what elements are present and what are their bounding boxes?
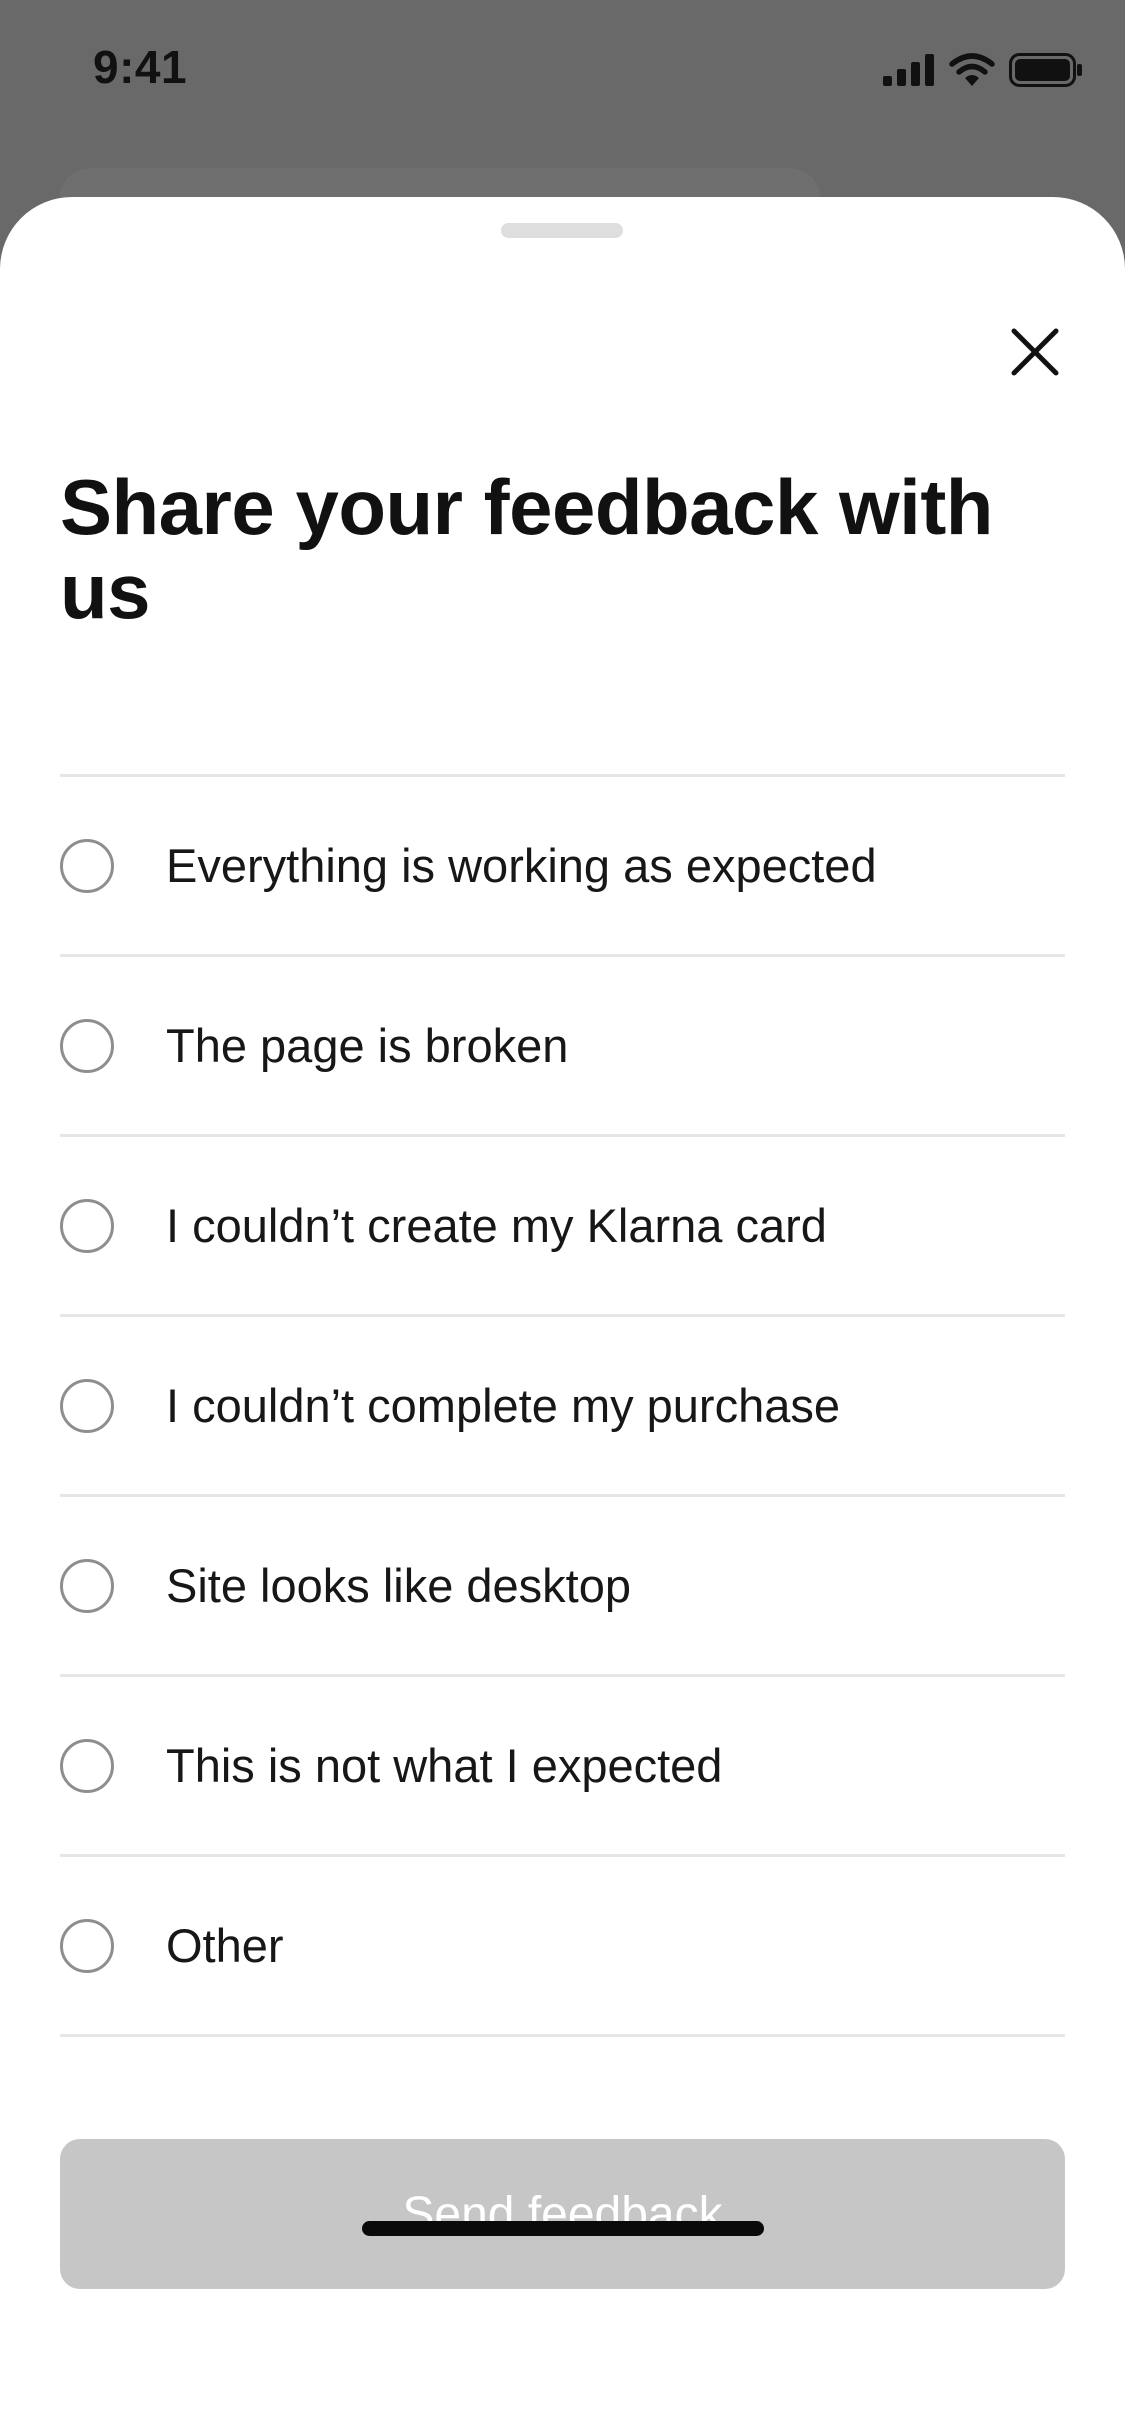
option-label: I couldn’t create my Klarna card bbox=[166, 1199, 827, 1252]
feedback-option[interactable]: Other bbox=[60, 1857, 1065, 2037]
radio-button[interactable] bbox=[60, 1558, 114, 1613]
option-label: This is not what I expected bbox=[166, 1739, 723, 1792]
option-label: Other bbox=[166, 1919, 284, 1972]
radio-button[interactable] bbox=[60, 1918, 114, 1973]
option-label: Everything is working as expected bbox=[166, 839, 877, 892]
feedback-option[interactable]: The page is broken bbox=[60, 957, 1065, 1137]
radio-button[interactable] bbox=[60, 1018, 114, 1073]
feedback-option[interactable]: This is not what I expected bbox=[60, 1677, 1065, 1857]
close-button[interactable] bbox=[1000, 317, 1070, 387]
feedback-sheet: Share your feedback with us Everything i… bbox=[0, 197, 1125, 2436]
send-feedback-button[interactable]: Send feedback bbox=[60, 2139, 1065, 2289]
feedback-option[interactable]: Site looks like desktop bbox=[60, 1497, 1065, 1677]
status-time: 9:41 bbox=[93, 41, 188, 93]
option-label: Site looks like desktop bbox=[166, 1559, 632, 1612]
radio-button[interactable] bbox=[60, 1198, 114, 1253]
wifi-icon bbox=[949, 53, 995, 86]
sheet-grabber[interactable] bbox=[501, 223, 623, 238]
radio-button[interactable] bbox=[60, 1378, 114, 1433]
close-icon bbox=[1011, 328, 1059, 376]
option-label: I couldn’t complete my purchase bbox=[166, 1379, 840, 1432]
option-label: The page is broken bbox=[166, 1019, 569, 1072]
battery-icon bbox=[1009, 53, 1082, 87]
feedback-option[interactable]: Everything is working as expected bbox=[60, 777, 1065, 957]
status-icons bbox=[883, 50, 1083, 90]
feedback-option[interactable]: I couldn’t complete my purchase bbox=[60, 1317, 1065, 1497]
cellular-signal-icon bbox=[883, 54, 934, 86]
sheet-title: Share your feedback with us bbox=[60, 463, 993, 635]
home-indicator bbox=[362, 2221, 764, 2236]
feedback-option[interactable]: I couldn’t create my Klarna card bbox=[60, 1137, 1065, 1317]
status-bar: 9:41 bbox=[0, 0, 1125, 140]
radio-button[interactable] bbox=[60, 1738, 114, 1793]
radio-button[interactable] bbox=[60, 838, 114, 893]
feedback-options: Everything is working as expected The pa… bbox=[60, 774, 1065, 2037]
